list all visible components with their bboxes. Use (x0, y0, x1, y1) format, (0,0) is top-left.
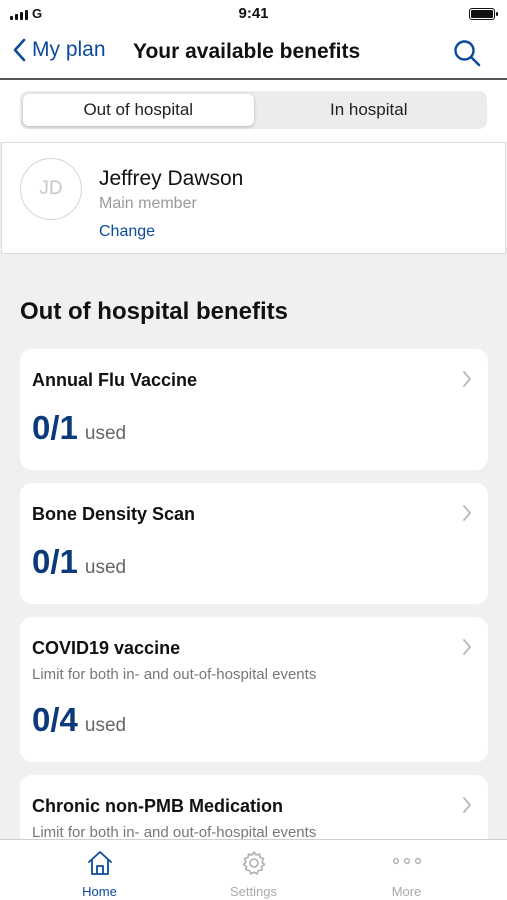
page-title: Your available benefits (133, 40, 361, 63)
member-name: Jeffrey Dawson (99, 167, 244, 190)
usage-label: used (84, 423, 127, 444)
benefit-usage: 0/1 used (32, 409, 126, 447)
gear-icon (242, 851, 265, 875)
tab-in-hospital[interactable]: In hospital (254, 94, 485, 126)
battery-icon (469, 8, 498, 20)
change-member-link[interactable]: Change (99, 223, 155, 241)
navigation-bar: My plan Your available benefits (0, 28, 507, 80)
usage-count: 0/4 (32, 701, 78, 738)
chevron-left-icon (13, 38, 26, 62)
more-icon (392, 857, 421, 865)
benefit-title: Bone Density Scan (32, 504, 196, 524)
chevron-right-icon (463, 797, 471, 813)
section-title: Out of hospital benefits (20, 298, 288, 325)
benefit-card-annual-flu-vaccine[interactable]: Annual Flu Vaccine 0/1 used (20, 349, 488, 470)
hospital-segmented-control: Out of hospital In hospital (20, 91, 487, 129)
search-button[interactable] (453, 39, 481, 72)
benefit-card-covid19-vaccine[interactable]: COVID19 vaccine Limit for both in- and o… (20, 617, 488, 762)
avatar: JD (20, 158, 82, 220)
tab-label: Home (82, 884, 117, 899)
benefit-usage: 0/1 used (32, 543, 126, 581)
home-icon (87, 851, 112, 875)
usage-label: used (84, 557, 127, 578)
usage-count: 0/1 (32, 543, 78, 580)
benefit-title: COVID19 vaccine (32, 638, 181, 658)
chevron-right-icon (463, 505, 471, 521)
member-role: Main member (99, 195, 197, 212)
bottom-tab-bar: Home Settings More (0, 839, 507, 900)
benefit-title: Annual Flu Vaccine (32, 370, 198, 390)
usage-count: 0/1 (32, 409, 78, 446)
back-button[interactable]: My plan (12, 38, 106, 62)
tab-out-of-hospital[interactable]: Out of hospital (23, 94, 254, 126)
tab-home[interactable]: Home (15, 840, 184, 900)
search-icon (454, 40, 481, 67)
chevron-right-icon (463, 639, 471, 655)
status-time: 9:41 (238, 5, 269, 22)
benefit-subtitle: Limit for both in- and out-of-hospital e… (32, 666, 317, 683)
chevron-right-icon (463, 371, 471, 387)
tab-more[interactable]: More (322, 840, 491, 900)
benefit-title: Chronic non-PMB Medication (32, 796, 283, 816)
segment-container: Out of hospital In hospital (0, 80, 507, 142)
status-bar: G 9:41 (0, 0, 507, 28)
member-card: JD Jeffrey Dawson Main member Change (1, 142, 506, 254)
tab-label: Settings (230, 884, 277, 899)
tab-label: More (391, 884, 422, 899)
tab-settings[interactable]: Settings (169, 840, 338, 900)
benefit-usage: 0/4 used (32, 701, 126, 739)
back-label: My plan (32, 38, 106, 61)
benefit-card-bone-density-scan[interactable]: Bone Density Scan 0/1 used (20, 483, 488, 604)
usage-label: used (84, 715, 127, 736)
